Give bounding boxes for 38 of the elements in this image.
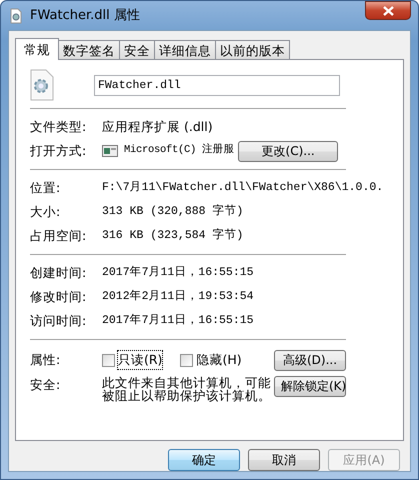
field-label: 大小:: [30, 202, 62, 221]
field-value: 应用程序扩展 (.dll): [102, 118, 213, 136]
field-label: 修改时间:: [30, 288, 88, 306]
field-label: 安全:: [30, 376, 62, 394]
advanced-button[interactable]: 高级(D)...: [274, 350, 346, 370]
security-message: 此文件来自其他计算机，可能被阻止以帮助保护该计算机。: [102, 376, 272, 402]
file-icon: [8, 8, 24, 24]
field-value: 2017年7月11日，16:55:15: [102, 312, 254, 330]
field-value: 2012年2月11日，19:53:54: [102, 288, 254, 306]
tab[interactable]: 常规: [15, 38, 59, 60]
close-button[interactable]: [365, 1, 411, 20]
checkbox[interactable]: 只读(R): [102, 350, 162, 370]
field-label: 创建时间:: [30, 264, 88, 282]
window-title: FWatcher.dll 属性: [30, 6, 140, 25]
unblock-button[interactable]: 解除锁定(K): [274, 376, 346, 397]
tab[interactable]: 以前的版本: [215, 40, 290, 59]
field-label: 访问时间:: [30, 312, 88, 330]
close-icon: [382, 6, 394, 16]
field-value: 313 KB (320,888 字节): [102, 203, 244, 220]
field-label: 打开方式:: [30, 142, 88, 160]
field-label: 文件类型:: [30, 118, 88, 136]
field-value: 2017年7月11日，16:55:15: [102, 264, 254, 282]
field-value: Microsoft(C) 注册服: [124, 143, 234, 158]
field-value: 316 KB (323,584 字节): [102, 227, 244, 244]
field-label: 属性:: [30, 350, 62, 369]
dialog-button[interactable]: 取消: [248, 449, 320, 471]
file-name-field[interactable]: FWatcher.dll: [94, 74, 340, 96]
tab[interactable]: 安全: [119, 40, 155, 59]
tab[interactable]: 详细信息: [154, 40, 216, 59]
dialog-button[interactable]: 确定: [168, 449, 240, 471]
field-value: F:\7月11\FWatcher.dll\FWatcher\X86\1.0.0.: [102, 180, 384, 196]
field-label: 占用空间:: [30, 226, 88, 245]
field-label: 位置:: [30, 178, 62, 197]
checkbox[interactable]: 隐藏(H): [180, 350, 242, 370]
program-icon: [102, 145, 118, 157]
change-button[interactable]: 更改(C)...: [238, 140, 338, 162]
tab[interactable]: 数字签名: [58, 40, 120, 59]
file-icon: [30, 69, 54, 101]
